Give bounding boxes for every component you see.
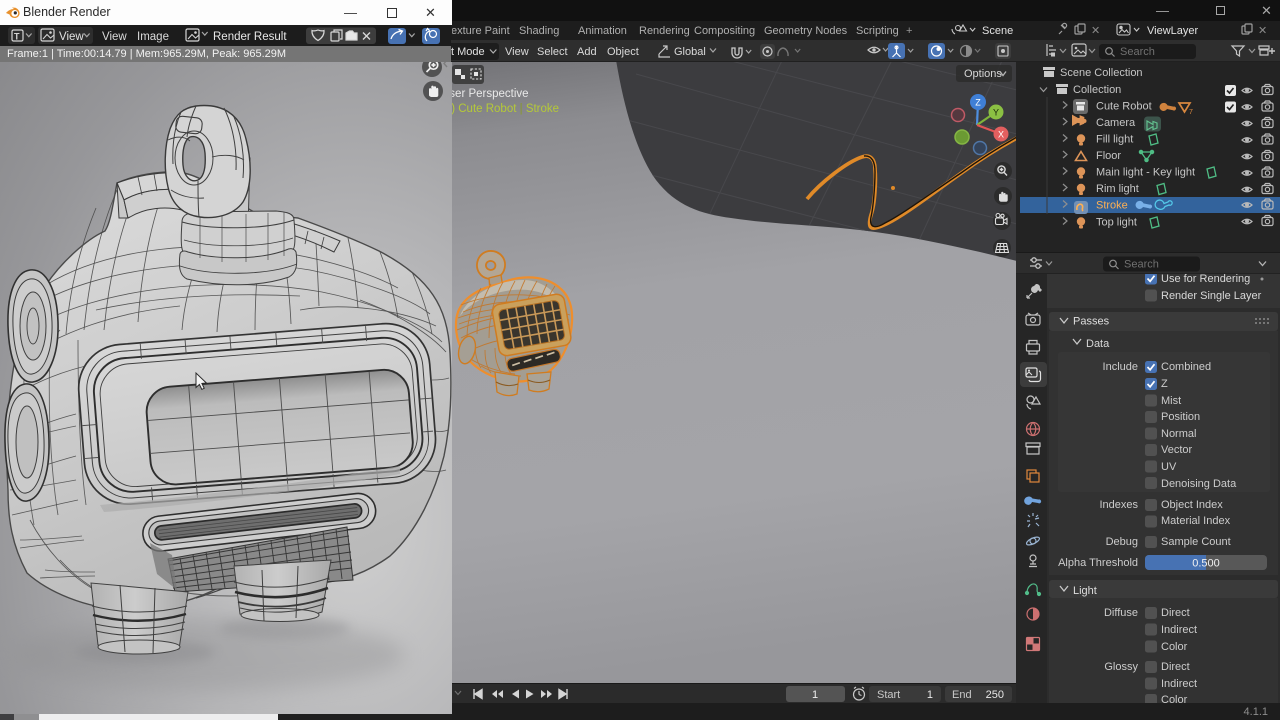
svg-text:Indexes: Indexes: [1099, 499, 1138, 511]
svg-text:Alpha Threshold: Alpha Threshold: [1058, 557, 1138, 569]
svg-text:0.500: 0.500: [1192, 558, 1220, 570]
svg-text:✕: ✕: [1258, 25, 1267, 37]
svg-text:Indirect: Indirect: [1161, 678, 1197, 690]
svg-text:View: View: [505, 46, 529, 58]
svg-text:Top light: Top light: [1096, 217, 1137, 229]
svg-text:1: 1: [927, 689, 933, 701]
svg-text:Object: Object: [607, 46, 639, 58]
svg-text:Cute Robot: Cute Robot: [1096, 101, 1152, 113]
svg-text:User Perspective: User Perspective: [451, 88, 529, 100]
svg-text:Vector: Vector: [1161, 444, 1193, 456]
svg-text:Material Index: Material Index: [1161, 515, 1231, 527]
svg-text:Search: Search: [1124, 259, 1159, 271]
svg-text:Sample Count: Sample Count: [1161, 536, 1231, 548]
svg-text:Image: Image: [137, 31, 169, 43]
svg-text:Denoising Data: Denoising Data: [1161, 478, 1237, 490]
svg-text:UV: UV: [1161, 461, 1177, 473]
svg-text:t Mode: t Mode: [451, 46, 485, 58]
svg-text:End: End: [952, 689, 972, 701]
svg-text:ViewLayer: ViewLayer: [1147, 25, 1198, 37]
svg-text:Mist: Mist: [1161, 395, 1181, 407]
svg-text:1: 1: [812, 689, 818, 701]
svg-text:Options: Options: [964, 68, 1002, 80]
svg-text:Direct: Direct: [1161, 661, 1190, 673]
svg-text:Indirect: Indirect: [1161, 624, 1197, 636]
svg-text:Render Result: Render Result: [213, 31, 287, 43]
svg-text:Scene: Scene: [982, 25, 1013, 37]
svg-text:Z: Z: [975, 98, 981, 108]
svg-text:Add: Add: [577, 46, 597, 58]
svg-text:Color: Color: [1161, 641, 1188, 653]
svg-text:Object Index: Object Index: [1161, 499, 1223, 511]
svg-text:Rim light: Rim light: [1096, 183, 1139, 195]
svg-text:Glossy: Glossy: [1104, 661, 1138, 673]
svg-text:Main light - Key light: Main light - Key light: [1096, 167, 1195, 179]
svg-text:Debug: Debug: [1106, 536, 1138, 548]
svg-text:Scene Collection: Scene Collection: [1060, 67, 1143, 79]
svg-text:Normal: Normal: [1161, 428, 1196, 440]
svg-text:Direct: Direct: [1161, 607, 1190, 619]
svg-text:Position: Position: [1161, 411, 1200, 423]
svg-text:Include: Include: [1103, 361, 1138, 373]
svg-text:Global: Global: [674, 46, 706, 58]
svg-text:Search: Search: [1120, 46, 1155, 58]
svg-text:✕: ✕: [1091, 25, 1100, 37]
svg-text:Start: Start: [877, 689, 900, 701]
svg-text:7: 7: [1189, 109, 1193, 116]
svg-text:T: T: [14, 32, 20, 42]
svg-text:Data: Data: [1086, 338, 1110, 350]
svg-text:Select: Select: [537, 46, 568, 58]
svg-text:Combined: Combined: [1161, 361, 1211, 373]
svg-text:X: X: [998, 130, 1004, 140]
svg-text:Light: Light: [1073, 585, 1097, 597]
svg-text:Color: Color: [1161, 694, 1188, 703]
svg-text:Camera: Camera: [1096, 117, 1136, 129]
svg-text:Fill light: Fill light: [1096, 134, 1133, 146]
svg-text:Stroke: Stroke: [1096, 200, 1128, 212]
svg-text:View: View: [59, 31, 84, 43]
svg-text:View: View: [102, 31, 127, 43]
svg-text:Floor: Floor: [1096, 150, 1121, 162]
svg-text:Passes: Passes: [1073, 316, 1110, 328]
svg-text:Collection: Collection: [1073, 84, 1121, 96]
svg-text:Render Single Layer: Render Single Layer: [1161, 290, 1262, 302]
svg-text:Diffuse: Diffuse: [1104, 607, 1138, 619]
svg-text:(1) Cute Robot | Stroke: (1) Cute Robot | Stroke: [451, 103, 559, 115]
svg-text:250: 250: [986, 689, 1004, 701]
svg-text:Z: Z: [1161, 378, 1168, 390]
svg-text:Y: Y: [993, 108, 999, 118]
